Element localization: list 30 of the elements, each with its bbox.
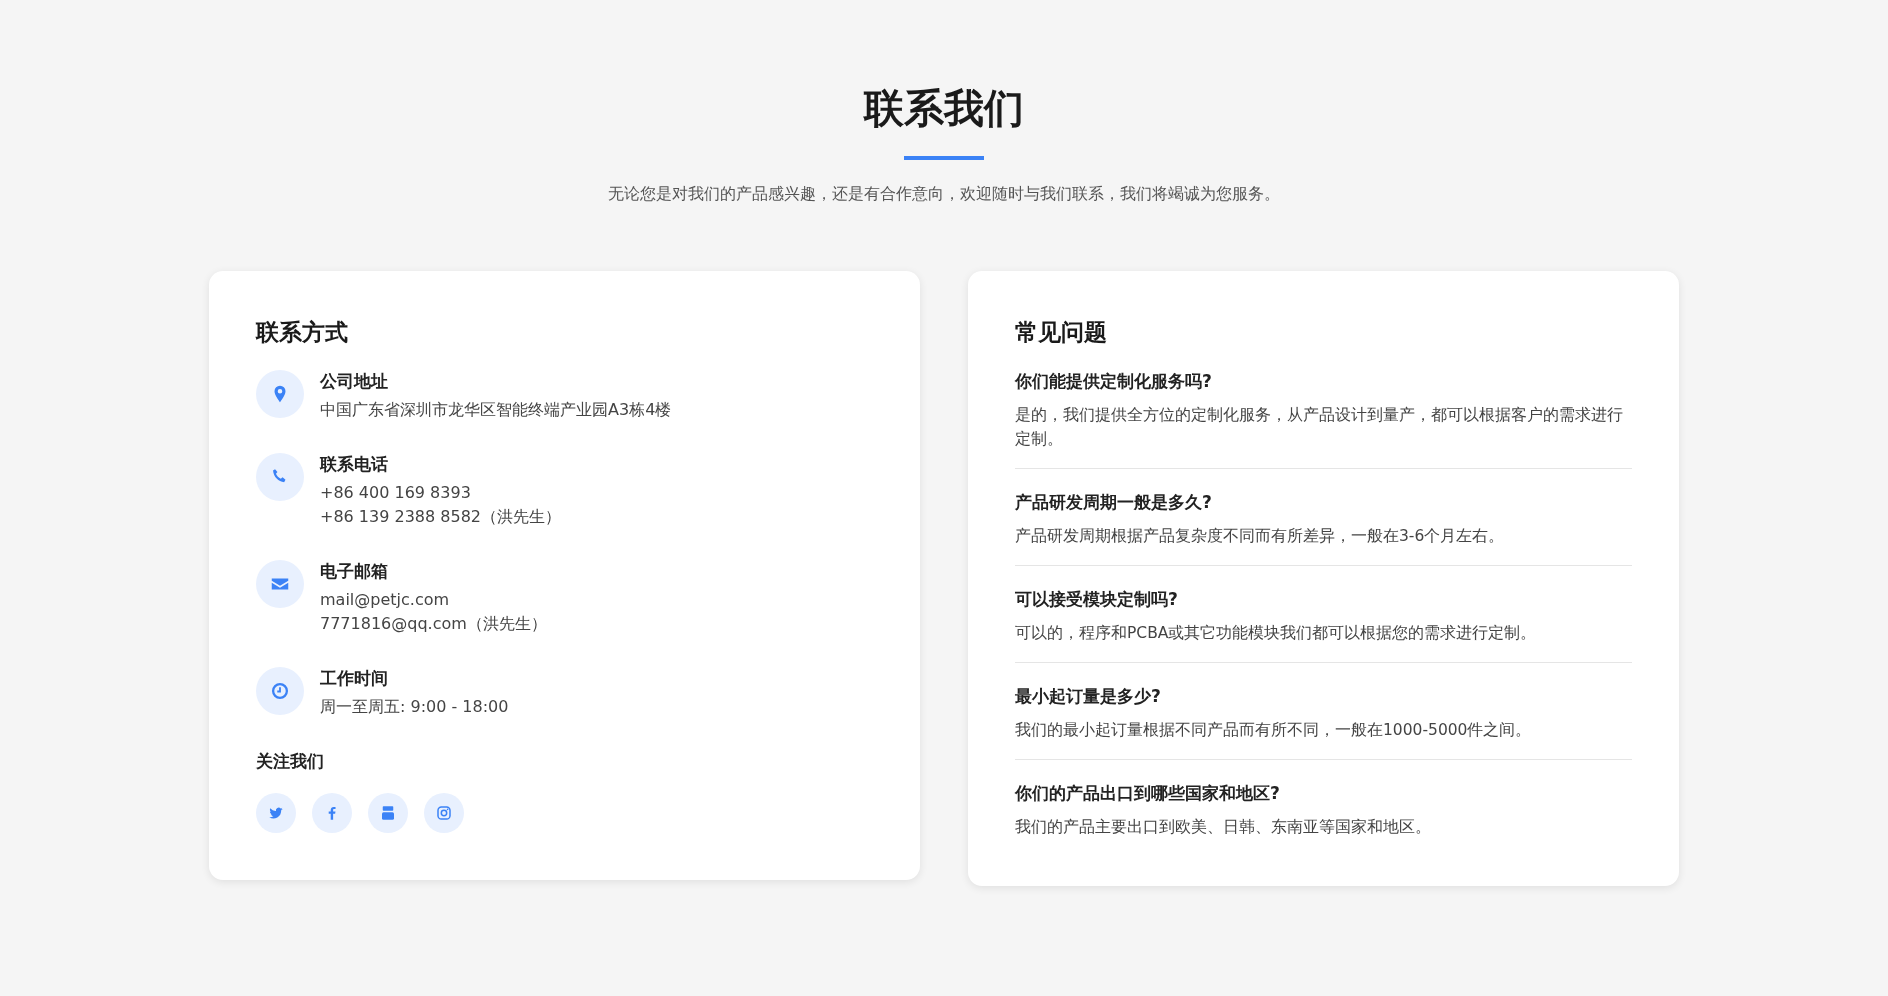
social-button[interactable] [368, 793, 408, 834]
faq-answer: 产品研发周期根据产品复杂度不同而有所差异，一般在3-6个月左右。 [1015, 526, 1506, 548]
page-subtitle: 无论您是对我们的产品感兴趣，还是有合作意向，欢迎随时与我们联系，我们将竭诚为您服务。 [608, 184, 1280, 205]
contact-label: 联系电话 [320, 453, 389, 476]
card-heading: 常见问题 [1015, 318, 1108, 347]
page-title: 联系我们 [864, 86, 1024, 130]
faq-question: 最小起订量是多少? [1015, 685, 1162, 709]
contact-label: 工作时间 [320, 667, 389, 690]
contact-detail: +86 400 169 8393 [320, 482, 472, 505]
contact-detail: 7771816@qq.com（洪先生） [320, 613, 547, 636]
camera-icon [435, 804, 453, 823]
faq-answer: 是的，我们提供全方位的定制化服务，从产品设计到量产，都可以根据客户的需求进行定制。 [1015, 405, 1624, 450]
follow-heading: 关注我们 [256, 750, 325, 774]
contact-detail: mail@petjc.com [320, 589, 451, 612]
social-button[interactable] [256, 793, 296, 834]
contact-label: 电子邮箱 [320, 560, 389, 583]
faq-question: 产品研发周期一般是多久? [1015, 491, 1213, 515]
card-heading: 联系方式 [256, 318, 349, 347]
faq-question: 你们能提供定制化服务吗? [1015, 370, 1213, 393]
social-button[interactable] [424, 793, 464, 834]
faq-question: 你们的产品出口到哪些国家和地区? [1015, 782, 1281, 806]
contact-detail: 周一至周五: 9:00 - 18:00 [320, 696, 509, 719]
faq-answer: 我们的最小起订量根据不同产品而有所不同，一般在1000-5000件之间。 [1015, 720, 1533, 742]
faq-question: 可以接受模块定制吗? [1015, 588, 1179, 612]
contact-label: 公司地址 [320, 370, 389, 393]
contact-detail: 中国广东省深圳市龙华区智能终端产业园A3栋4楼 [320, 399, 672, 422]
social-button[interactable] [312, 793, 352, 834]
faq-answer: 可以的，程序和PCBA或其它功能模块我们都可以根据您的需求进行定制。 [1015, 623, 1538, 645]
contact-detail: +86 139 2388 8582（洪先生） [320, 506, 561, 529]
faq-answer: 我们的产品主要出口到欧美、日韩、东南亚等国家和地区。 [1015, 817, 1432, 839]
